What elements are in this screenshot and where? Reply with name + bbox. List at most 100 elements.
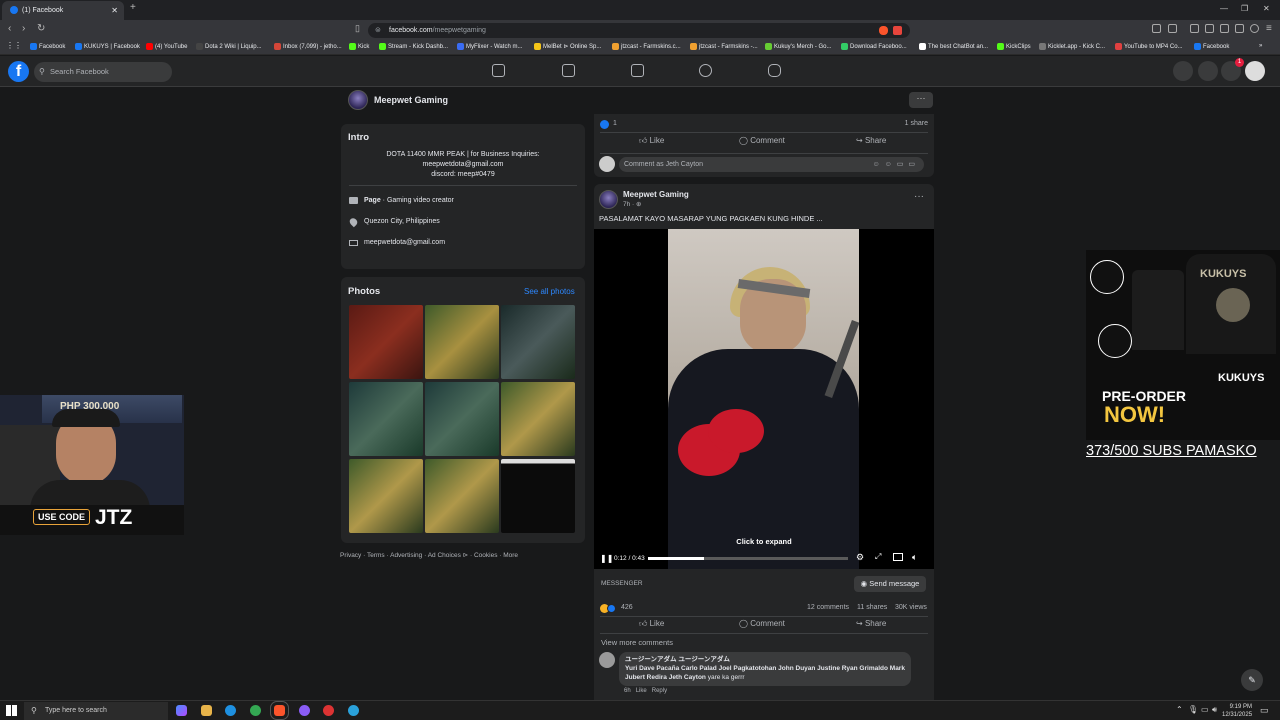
bookmark-item[interactable]: Facebook <box>30 43 65 50</box>
tray-chevron-icon[interactable]: ⌃ <box>1176 705 1183 714</box>
click-to-expand-hint[interactable]: Click to expand <box>594 537 934 546</box>
page-more-button[interactable]: ··· <box>909 92 933 108</box>
share-button[interactable]: ↪ Share <box>856 619 886 628</box>
footer-privacy[interactable]: Privacy <box>340 552 361 559</box>
apps-icon[interactable]: ⋮⋮ <box>6 41 22 50</box>
sidebar-icon[interactable] <box>1205 24 1214 33</box>
bookmark-icon[interactable]: ▯ <box>355 23 360 34</box>
chrome-icon[interactable] <box>250 705 261 716</box>
back-icon[interactable]: ‹ <box>8 23 11 34</box>
photo-thumbnail[interactable] <box>349 382 423 456</box>
extension-icon[interactable] <box>1152 24 1161 33</box>
photo-thumbnail[interactable] <box>349 459 423 533</box>
like-button[interactable]: 👍︎ Like <box>639 619 664 629</box>
page-name[interactable]: Meepwet Gaming <box>374 95 448 105</box>
page-avatar[interactable] <box>348 90 368 110</box>
comments-count[interactable]: 12 comments <box>807 604 849 611</box>
comment-time[interactable]: 6h <box>624 688 631 694</box>
post-author[interactable]: Meepwet Gaming <box>623 190 689 199</box>
fullscreen-icon[interactable]: ⤢ <box>875 552 881 562</box>
vpn-icon[interactable] <box>1250 24 1259 33</box>
messenger-icon[interactable] <box>1198 61 1218 81</box>
view-more-comments-link[interactable]: View more comments <box>601 638 673 647</box>
bookmark-item[interactable]: Download Faceboo... <box>841 43 907 50</box>
footer-advertising[interactable]: Advertising <box>390 552 422 559</box>
shares-count[interactable]: 11 shares <box>857 604 887 611</box>
photo-thumbnail[interactable] <box>501 459 575 533</box>
edge-icon[interactable] <box>225 705 236 716</box>
forward-icon[interactable]: › <box>22 23 25 34</box>
minimize-icon[interactable]: — <box>1220 4 1228 13</box>
search-input[interactable]: ⚲ Search Facebook <box>34 62 172 82</box>
leo-ai-icon[interactable] <box>1235 24 1244 33</box>
new-tab-button[interactable]: + <box>130 2 136 13</box>
browser-tab[interactable]: (1) Facebook ✕ <box>2 1 124 20</box>
brave-icon[interactable] <box>270 701 289 720</box>
home-icon[interactable] <box>492 64 505 77</box>
bookmark-item[interactable]: jtzcast - Farmskins.c... <box>612 43 681 50</box>
share-button[interactable]: ↪ Share <box>856 136 886 145</box>
wallet-icon[interactable] <box>1220 24 1229 33</box>
comment-input[interactable]: Comment as Jeth Cayton ☺☺▭▭ <box>619 157 924 172</box>
brave-shields-icon[interactable] <box>879 26 888 35</box>
photo-thumbnail[interactable] <box>425 459 499 533</box>
bookmark-item[interactable]: Kukuy's Merch - Go... <box>765 43 832 50</box>
reaction-count[interactable]: 426 <box>621 604 633 611</box>
profile-avatar[interactable] <box>1245 61 1265 81</box>
comment-like-link[interactable]: Like <box>636 688 647 694</box>
post-author-avatar[interactable] <box>599 190 618 209</box>
menu-grid-icon[interactable] <box>1173 61 1193 81</box>
video-frame[interactable] <box>668 229 859 569</box>
taskbar-search-input[interactable]: ⚲ Type here to search <box>24 702 168 720</box>
site-info-icon[interactable]: ⊜ <box>375 23 381 38</box>
bookmark-item[interactable]: Stream - Kick Dashb... <box>379 43 448 50</box>
app-icon[interactable] <box>323 705 334 716</box>
footer-cookies[interactable]: Cookies <box>474 552 497 559</box>
post-options-icon[interactable]: ··· <box>914 191 924 202</box>
volume-icon[interactable]: 🔈︎ <box>912 552 917 563</box>
see-all-photos-link[interactable]: See all photos <box>524 287 575 296</box>
photo-thumbnail[interactable] <box>425 382 499 456</box>
telegram-icon[interactable] <box>348 705 359 716</box>
bookmark-item[interactable]: Inbox (7,099) - jetho... <box>274 43 342 50</box>
commenter-avatar[interactable] <box>599 652 615 668</box>
extension-icon[interactable] <box>1168 24 1177 33</box>
comment-button[interactable]: ◯ Comment <box>739 136 785 145</box>
comment-tags[interactable]: Yuri Dave Pacaña Carlo Palad Joel Pagkat… <box>625 665 905 681</box>
post-time[interactable]: 7h · ⊕ <box>623 200 641 208</box>
bookmark-item[interactable]: The best ChatBot an... <box>919 43 988 50</box>
comment-tools-icon[interactable]: ☺☺▭▭ <box>872 157 920 172</box>
facebook-logo-icon[interactable]: f <box>8 61 29 82</box>
footer-more[interactable]: More <box>503 552 518 559</box>
comment-reply-link[interactable]: Reply <box>652 688 667 694</box>
pip-icon[interactable] <box>893 553 903 561</box>
progress-track[interactable] <box>648 557 848 560</box>
video-icon[interactable] <box>562 64 575 77</box>
email-text[interactable]: meepwetdota@gmail.com <box>364 239 445 246</box>
more-bookmarks-icon[interactable]: » <box>1259 43 1262 49</box>
close-window-icon[interactable]: ✕ <box>1263 4 1270 13</box>
reaction-count[interactable]: 1 <box>613 120 617 127</box>
bookmark-item[interactable]: Kicklet.app - Kick C... <box>1039 43 1105 50</box>
maximize-icon[interactable]: ❐ <box>1241 4 1248 13</box>
reload-icon[interactable]: ↻ <box>37 23 45 34</box>
comment-button[interactable]: ◯ Comment <box>739 619 785 628</box>
settings-icon[interactable]: ⚙ <box>856 552 864 563</box>
gaming-icon[interactable] <box>768 64 781 77</box>
send-message-button[interactable]: ◉ Send message <box>854 576 926 592</box>
commenter-avatar[interactable] <box>599 156 615 172</box>
bookmark-item[interactable]: MelBet ⊳ Online Sp... <box>534 43 601 50</box>
photo-thumbnail[interactable] <box>501 305 575 379</box>
bookmark-item[interactable]: jtzcast - Farmskins -... <box>690 43 758 50</box>
bookmark-item[interactable]: KUKUYS | Facebook <box>75 43 140 50</box>
file-explorer-icon[interactable] <box>201 705 212 716</box>
footer-terms[interactable]: Terms <box>367 552 385 559</box>
bookmark-item[interactable]: Kick <box>349 43 369 50</box>
clock[interactable]: 9:19 PM 12/31/2025 <box>1222 703 1252 719</box>
like-button[interactable]: 👍︎ Like <box>639 136 664 146</box>
pause-icon[interactable]: ❚❚ <box>600 554 613 563</box>
copilot-icon[interactable] <box>176 705 187 716</box>
bookmark-item[interactable]: Facebook <box>1194 43 1229 50</box>
brave-rewards-icon[interactable] <box>893 26 902 35</box>
close-tab-icon[interactable]: ✕ <box>111 1 118 20</box>
